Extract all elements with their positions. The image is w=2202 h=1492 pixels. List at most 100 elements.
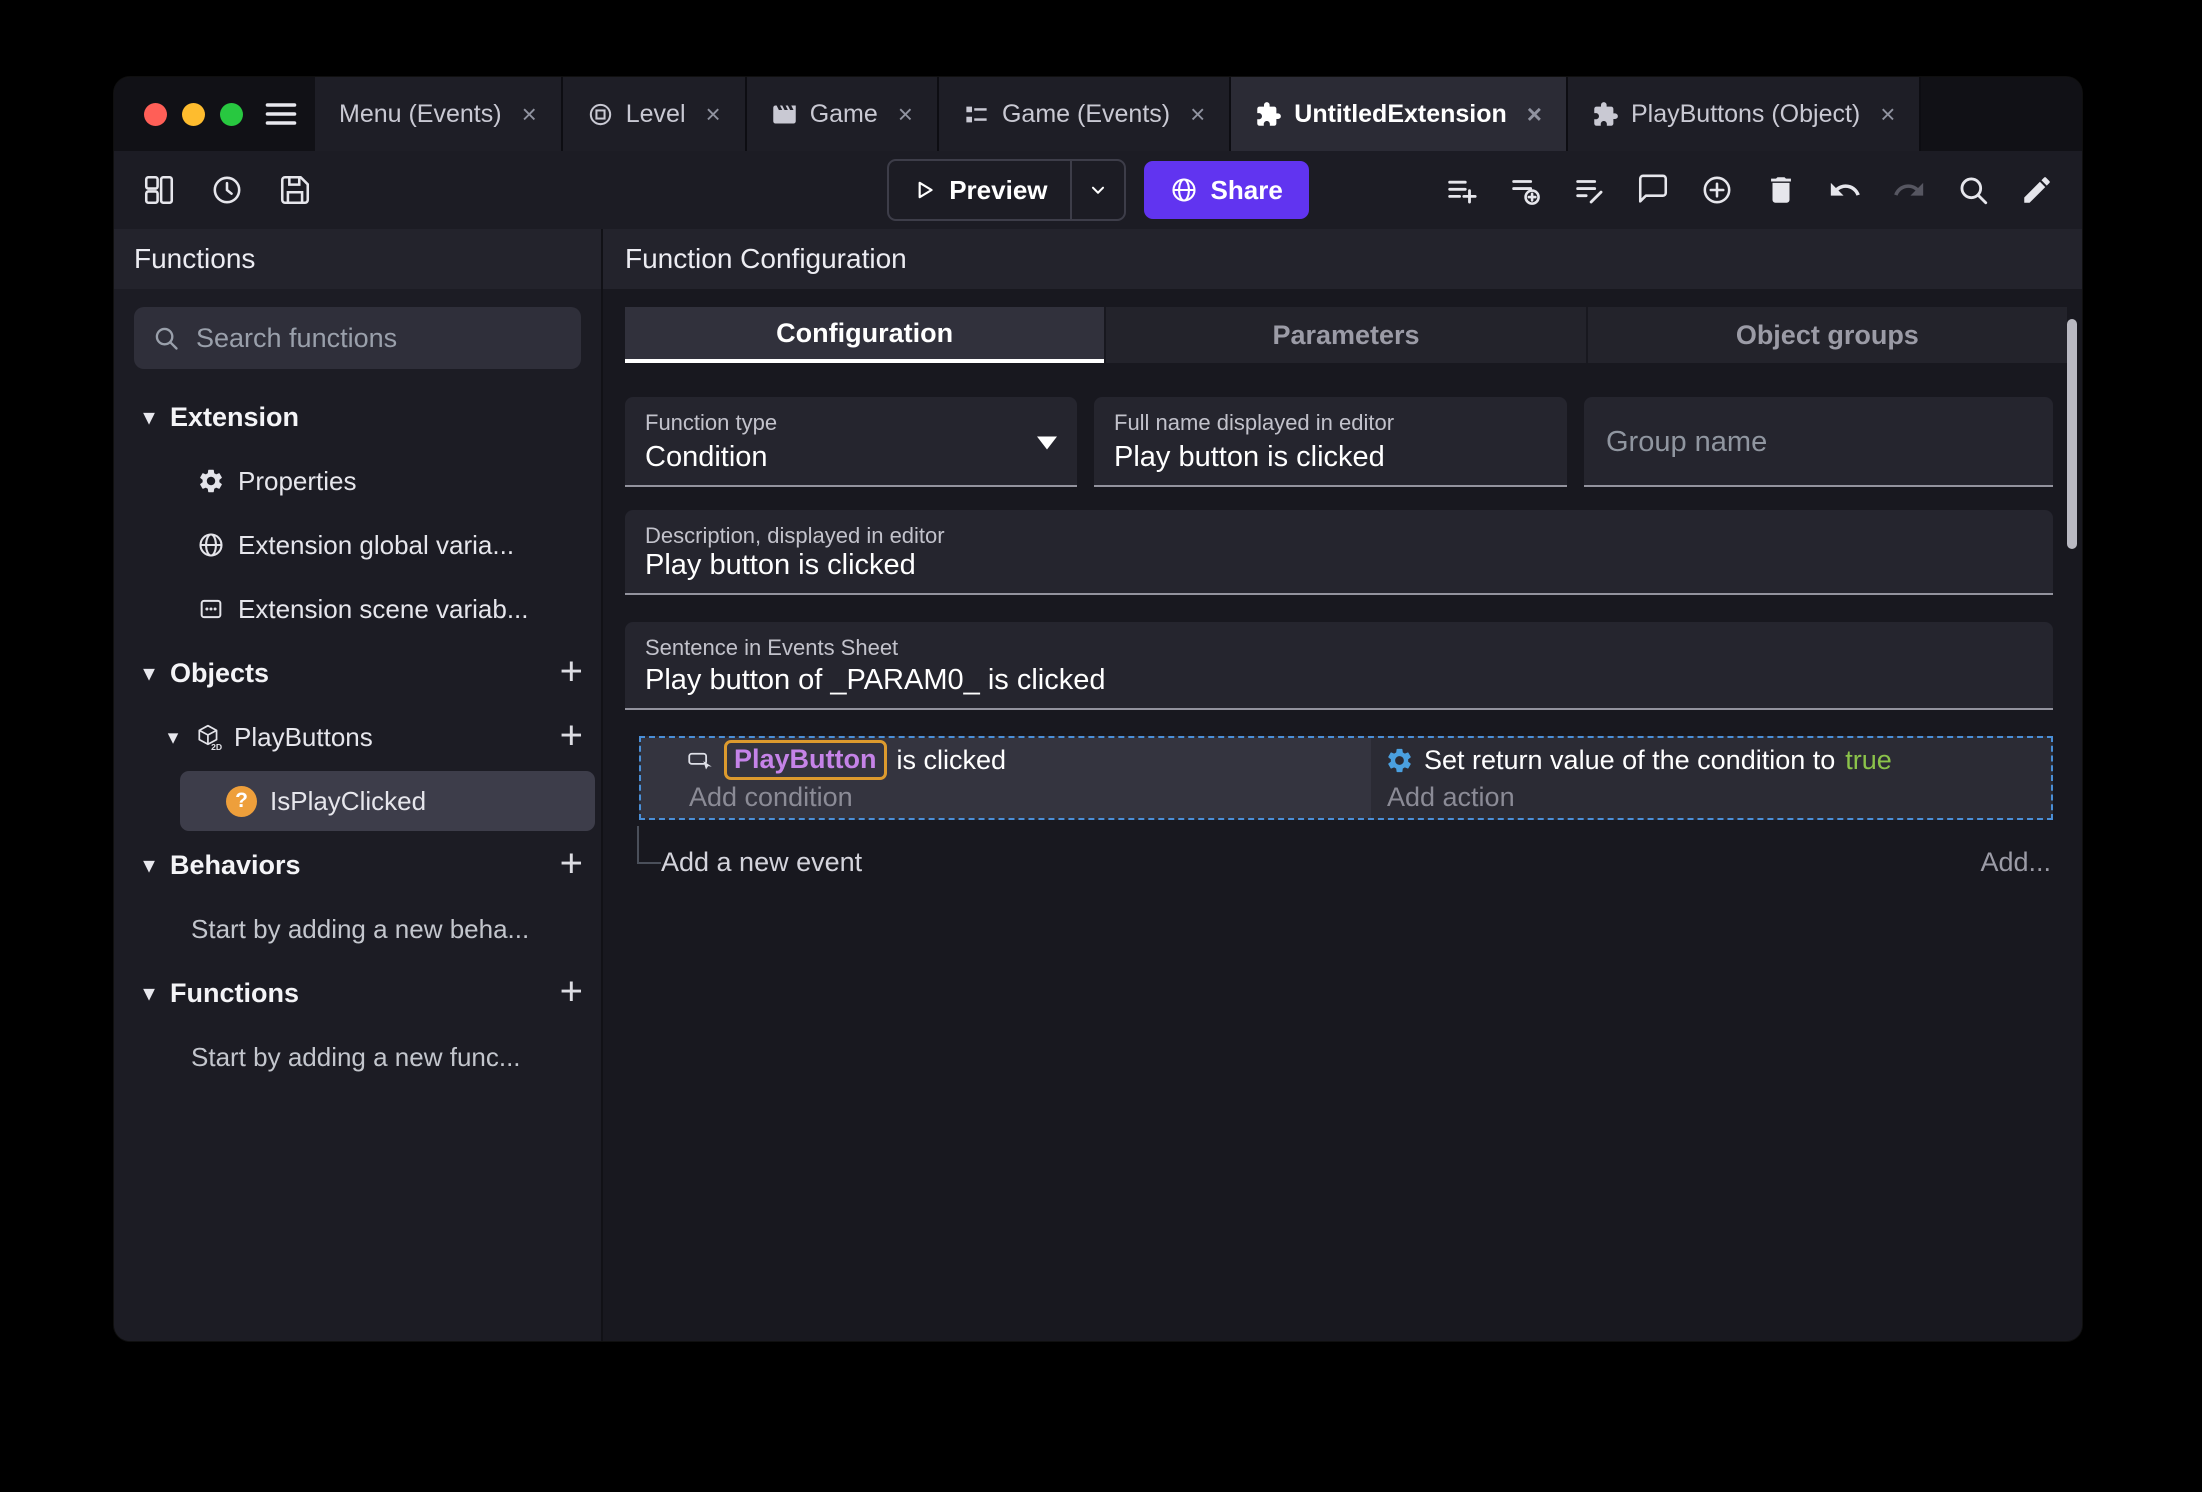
function-icon: ? (226, 785, 257, 817)
tab-label: Menu (Events) (339, 99, 502, 128)
actions-cell[interactable]: Set return value of the condition to tru… (1371, 738, 2051, 818)
main-menu-icon[interactable] (263, 96, 299, 132)
scrollbar-thumb[interactable] (2067, 319, 2077, 549)
functions-tree: ▾ Extension Properties Extension global … (114, 385, 601, 1089)
project-manager-icon[interactable] (142, 173, 176, 207)
zoom-window-button[interactable] (220, 102, 243, 126)
tab-level[interactable]: Level × (562, 77, 747, 151)
tree-item-extension-scene-variables[interactable]: Extension scene variab... (114, 577, 601, 641)
object-chip[interactable]: PlayButton (724, 740, 887, 780)
scene-icon (587, 101, 614, 128)
tab-parameters[interactable]: Parameters (1106, 307, 1586, 363)
save-icon[interactable] (278, 173, 312, 207)
close-icon[interactable]: × (1190, 101, 1205, 127)
function-type-select[interactable]: Function type Condition (625, 397, 1077, 487)
tab-object-groups[interactable]: Object groups (1587, 307, 2067, 363)
configuration-tabs: Configuration Parameters Object groups (625, 307, 2067, 363)
minimize-window-button[interactable] (182, 102, 205, 126)
tab-game-events[interactable]: Game (Events) × (938, 77, 1232, 151)
tree-item-extension-global-variables[interactable]: Extension global varia... (114, 513, 601, 577)
group-name-field[interactable] (1584, 397, 2053, 487)
share-button[interactable]: Share (1143, 161, 1309, 219)
redo-icon[interactable] (1892, 173, 1926, 207)
close-icon[interactable]: × (1880, 101, 1895, 127)
tree-item-playbuttons[interactable]: ▾ PlayButtons + (114, 705, 601, 769)
chevron-down-icon[interactable]: ▾ (138, 663, 160, 684)
add-circle-icon[interactable] (1700, 173, 1734, 207)
chevron-down-icon[interactable]: ▾ (138, 407, 160, 428)
tree-section-extension[interactable]: ▾ Extension (114, 385, 601, 449)
close-window-button[interactable] (144, 102, 167, 126)
condition-line[interactable]: PlayButton is clicked (687, 740, 1371, 780)
editor-tabs: Menu (Events) × Level × Game × Game (Eve… (315, 77, 2082, 151)
tab-label: UntitledExtension (1294, 99, 1507, 128)
full-name-field[interactable]: Full name displayed in editor Play butto… (1094, 397, 1567, 487)
description-value[interactable]: Play button is clicked (645, 549, 2033, 582)
preview-dropdown-button[interactable] (1069, 161, 1124, 219)
tree-item-isplayclicked[interactable]: ? IsPlayClicked (180, 771, 595, 831)
action-line[interactable]: Set return value of the condition to tru… (1385, 740, 2051, 780)
conditions-cell[interactable]: PlayButton is clicked Add condition (641, 738, 1371, 818)
group-name-input[interactable] (1604, 424, 2037, 460)
page-title: Function Configuration (625, 243, 907, 274)
search-icon[interactable] (1956, 173, 1990, 207)
close-icon[interactable]: × (706, 101, 721, 127)
close-icon[interactable]: × (898, 101, 913, 127)
comment-icon[interactable] (1636, 173, 1670, 207)
window-controls (114, 77, 263, 151)
function-type-value[interactable]: Condition (645, 441, 1057, 474)
gear-icon (1385, 746, 1414, 775)
add-action-link[interactable]: Add action (1385, 780, 2051, 814)
tree-item-properties[interactable]: Properties (114, 449, 601, 513)
edit-icon[interactable] (2020, 173, 2054, 207)
share-label: Share (1210, 174, 1283, 205)
preview-label: Preview (949, 174, 1048, 205)
film-icon (771, 101, 798, 128)
undo-icon[interactable] (1828, 173, 1862, 207)
search-input[interactable] (194, 321, 563, 355)
window-tab-bar: Menu (Events) × Level × Game × Game (Eve… (114, 77, 2082, 151)
field-label: Sentence in Events Sheet (645, 635, 899, 660)
trash-icon[interactable] (1764, 173, 1798, 207)
chevron-down-icon[interactable]: ▾ (138, 855, 160, 876)
add-object-button[interactable]: + (560, 651, 583, 691)
preview-button[interactable]: Preview (887, 159, 1126, 221)
chevron-down-icon[interactable]: ▾ (162, 727, 184, 748)
item-label: PlayButtons (234, 721, 373, 752)
tab-menu-events[interactable]: Menu (Events) × (315, 77, 563, 151)
action-value[interactable]: true (1845, 745, 1892, 776)
tab-configuration[interactable]: Configuration (625, 307, 1105, 363)
add-other-event-icon[interactable] (1572, 173, 1606, 207)
add-more-link[interactable]: Add... (1980, 847, 2053, 878)
tree-section-behaviors[interactable]: ▾ Behaviors + (114, 833, 601, 897)
toolbar-left-group (142, 173, 887, 207)
close-icon[interactable]: × (1527, 101, 1542, 127)
add-function-button[interactable]: + (560, 971, 583, 1011)
add-event-icon[interactable] (1444, 173, 1478, 207)
tab-playbuttons-object[interactable]: PlayButtons (Object) × (1567, 77, 1922, 151)
add-subevent-icon[interactable] (1508, 173, 1542, 207)
tab-game[interactable]: Game × (746, 77, 939, 151)
item-label: Extension global varia... (238, 529, 515, 560)
full-name-value[interactable]: Play button is clicked (1114, 441, 1547, 474)
sentence-value[interactable]: Play button of _PARAM0_ is clicked (645, 664, 2033, 697)
search-box[interactable] (134, 307, 581, 369)
tab-untitled-extension[interactable]: UntitledExtension × (1231, 77, 1568, 151)
add-new-event-link[interactable]: Add a new event (661, 847, 862, 878)
tab-label: Game (809, 99, 878, 128)
description-field[interactable]: Description, displayed in editor Play bu… (625, 510, 2053, 595)
tree-item-isplayclicked-row: ? IsPlayClicked (114, 769, 601, 833)
add-object-function-button[interactable]: + (560, 715, 583, 755)
tree-section-functions[interactable]: ▾ Functions + (114, 961, 601, 1025)
add-condition-link[interactable]: Add condition (687, 780, 1371, 814)
chevron-down-icon[interactable]: ▾ (138, 983, 160, 1004)
event-row[interactable]: PlayButton is clicked Add condition Set … (639, 736, 2053, 820)
sidebar-title: Functions (134, 243, 256, 274)
add-behavior-button[interactable]: + (560, 843, 583, 883)
close-icon[interactable]: × (522, 101, 537, 127)
play-icon (911, 177, 937, 203)
tree-section-objects[interactable]: ▾ Objects + (114, 641, 601, 705)
field-label: Description, displayed in editor (645, 523, 945, 548)
history-icon[interactable] (210, 173, 244, 207)
sentence-field[interactable]: Sentence in Events Sheet Play button of … (625, 622, 2053, 710)
